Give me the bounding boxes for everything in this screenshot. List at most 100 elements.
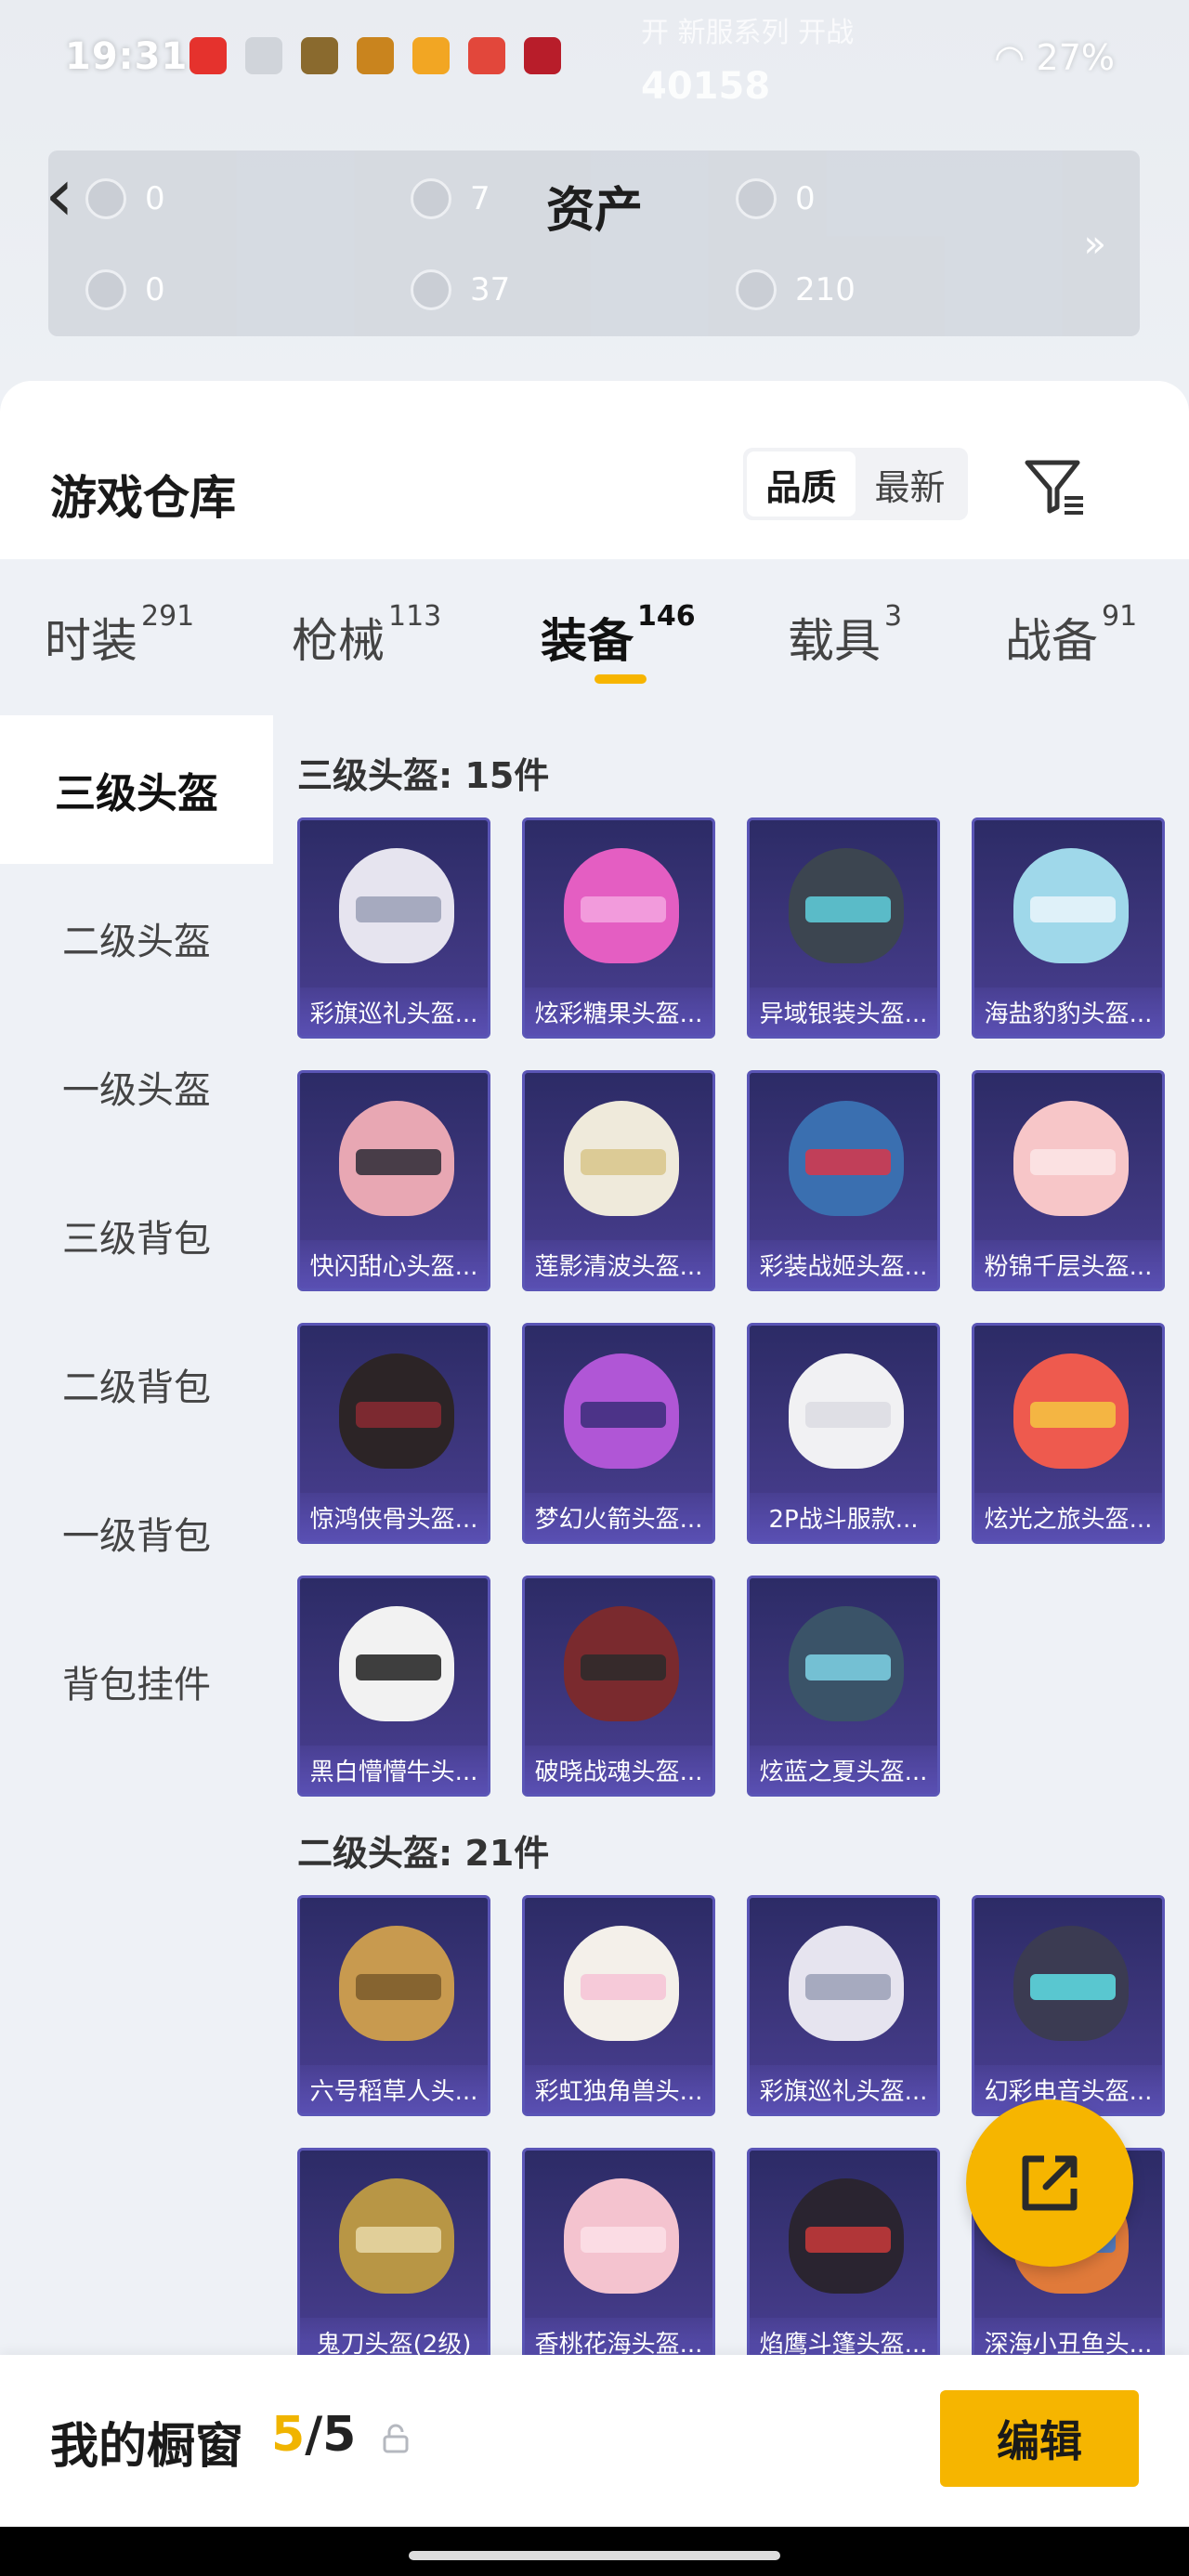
asset-value: 210 [795, 271, 856, 308]
section-heading: 三级头盔: 15件 [297, 755, 550, 796]
filter-icon[interactable] [1022, 453, 1087, 518]
item-card[interactable]: 香桃花海头盔... [522, 2148, 715, 2369]
tab-equipment[interactable]: 装备 146 [541, 600, 696, 671]
item-card[interactable]: 海盐豹豹头盔... [972, 817, 1165, 1039]
showcase-bar: 我的橱窗 5/5 编辑 [0, 2355, 1189, 2527]
item-card[interactable]: 焰鹰斗篷头盔... [747, 2148, 940, 2369]
helmet-visor [581, 1974, 666, 2000]
item-card[interactable]: 鬼刀头盔(2级) [297, 2148, 490, 2369]
sidebar-item-level2-backpack[interactable]: 二级背包 [0, 1310, 273, 1458]
item-name: 破晓战魂头盔... [525, 1746, 712, 1794]
item-card[interactable]: 炫光之旅头盔... [972, 1323, 1165, 1544]
item-card[interactable]: 异域银装头盔... [747, 817, 940, 1039]
tab-count: 113 [388, 600, 442, 633]
item-name: 彩旗巡礼头盔... [750, 2065, 937, 2113]
item-card[interactable]: 莲影清波头盔... [522, 1070, 715, 1291]
sidebar-item-backpack-pendant[interactable]: 背包挂件 [0, 1607, 273, 1756]
sort-toggle: 品质 最新 [743, 448, 968, 520]
tab-count: 146 [637, 600, 696, 633]
tab-gear[interactable]: 战备 91 [1005, 600, 1137, 671]
item-name: 异域银装头盔... [750, 987, 937, 1036]
item-card[interactable]: 惊鸿侠骨头盔... [297, 1323, 490, 1544]
helmet-visor [1030, 1402, 1116, 1428]
item-card[interactable]: 六号稻草人头... [297, 1895, 490, 2116]
helmet-visor [805, 1974, 891, 2000]
item-card[interactable]: 炫蓝之夏头盔... [747, 1576, 940, 1797]
coin-icon [736, 269, 777, 310]
tab-count: 3 [884, 600, 903, 633]
sidebar-item-level3-backpack[interactable]: 三级背包 [0, 1161, 273, 1310]
video-app-icon [468, 37, 505, 74]
item-name: 莲影清波头盔... [525, 1240, 712, 1288]
item-card[interactable]: 彩虹独角兽头... [522, 1895, 715, 2116]
helmet-visor [581, 1402, 666, 1428]
helmet-visor [581, 1149, 666, 1175]
tab-label: 时装 [45, 614, 137, 668]
helmet-visor [356, 1149, 441, 1175]
share-button[interactable] [966, 2099, 1133, 2267]
status-faint-value: 40158 [641, 65, 771, 108]
sidebar-item-level1-backpack[interactable]: 一级背包 [0, 1458, 273, 1607]
share-icon [1022, 2155, 1078, 2211]
status-faint-text: 开 新服系列 开战 [641, 17, 855, 49]
tab-vehicles[interactable]: 载具 3 [788, 600, 902, 671]
item-name: 海盐豹豹头盔... [974, 987, 1162, 1036]
edit-button[interactable]: 编辑 [940, 2390, 1139, 2487]
item-card[interactable]: 梦幻火箭头盔... [522, 1323, 715, 1544]
item-card[interactable]: 2P战斗服款... [747, 1323, 940, 1544]
item-card[interactable]: 彩装战姬头盔... [747, 1070, 940, 1291]
showcase-current: 5 [271, 2407, 306, 2463]
sidebar-item-level2-helmet[interactable]: 二级头盔 [0, 864, 273, 1013]
helmet-visor [805, 1402, 891, 1428]
tab-label: 装备 [541, 614, 634, 668]
battery-indicator: ◠ 27% [994, 37, 1115, 78]
sidebar-item-level3-helmet[interactable]: 三级头盔 [0, 715, 273, 864]
item-card[interactable]: 幻彩电音头盔... [972, 1895, 1165, 2116]
tab-label: 枪械 [292, 614, 385, 668]
helmet-visor [581, 2227, 666, 2253]
home-indicator[interactable] [409, 2551, 780, 2560]
active-tab-indicator [594, 674, 647, 684]
item-card[interactable]: 破晓战魂头盔... [522, 1576, 715, 1797]
warehouse-title: 游戏仓库 [50, 471, 236, 525]
battery-percent: 27% [1036, 37, 1115, 78]
tab-label: 载具 [788, 614, 881, 668]
status-bar: 19:31 开 新服系列 开战 40158 ◠ 27% [0, 0, 1189, 111]
helmet-visor [1030, 1974, 1116, 2000]
helmet-visor [805, 1654, 891, 1680]
ticket-icon [85, 269, 126, 310]
game-app-icon [301, 37, 338, 74]
item-card[interactable]: 黑白懵懵牛头... [297, 1576, 490, 1797]
asset-value: 37 [470, 271, 511, 308]
item-card[interactable]: 彩旗巡礼头盔... [297, 817, 490, 1039]
tab-weapons[interactable]: 枪械 113 [292, 600, 441, 671]
item-card[interactable]: 粉锦千层头盔... [972, 1070, 1165, 1291]
section-heading: 二级头盔: 21件 [297, 1833, 550, 1874]
item-card[interactable]: 炫彩糖果头盔... [522, 817, 715, 1039]
item-name: 彩装战姬头盔... [750, 1240, 937, 1288]
asset-item: 210 [736, 269, 856, 310]
item-card[interactable]: 彩旗巡礼头盔... [747, 1895, 940, 2116]
helmet-visor [805, 1149, 891, 1175]
tab-count: 291 [141, 600, 195, 633]
helmet-visor [1030, 1149, 1116, 1175]
item-name: 粉锦千层头盔... [974, 1240, 1162, 1288]
showcase-total: /5 [305, 2407, 357, 2463]
music-app-icon [189, 37, 227, 74]
helmet-visor [356, 1654, 441, 1680]
showcase-title: 我的橱窗 [50, 2419, 244, 2475]
sort-quality-option[interactable]: 品质 [747, 451, 856, 517]
sidebar-item-level1-helmet[interactable]: 一级头盔 [0, 1013, 273, 1161]
sort-newest-option[interactable]: 最新 [856, 451, 964, 517]
item-name: 炫彩糖果头盔... [525, 987, 712, 1036]
item-name: 炫光之旅头盔... [974, 1493, 1162, 1541]
tab-fashion[interactable]: 时装 291 [45, 600, 194, 671]
asset-value: 0 [145, 271, 165, 308]
game-app-icon-2 [357, 37, 394, 74]
helmet-visor [805, 2227, 891, 2253]
item-name: 梦幻火箭头盔... [525, 1493, 712, 1541]
item-card[interactable]: 快闪甜心头盔... [297, 1070, 490, 1291]
books-app-icon [412, 37, 450, 74]
helmet-visor [356, 1974, 441, 2000]
item-name: 彩旗巡礼头盔... [300, 987, 488, 1036]
